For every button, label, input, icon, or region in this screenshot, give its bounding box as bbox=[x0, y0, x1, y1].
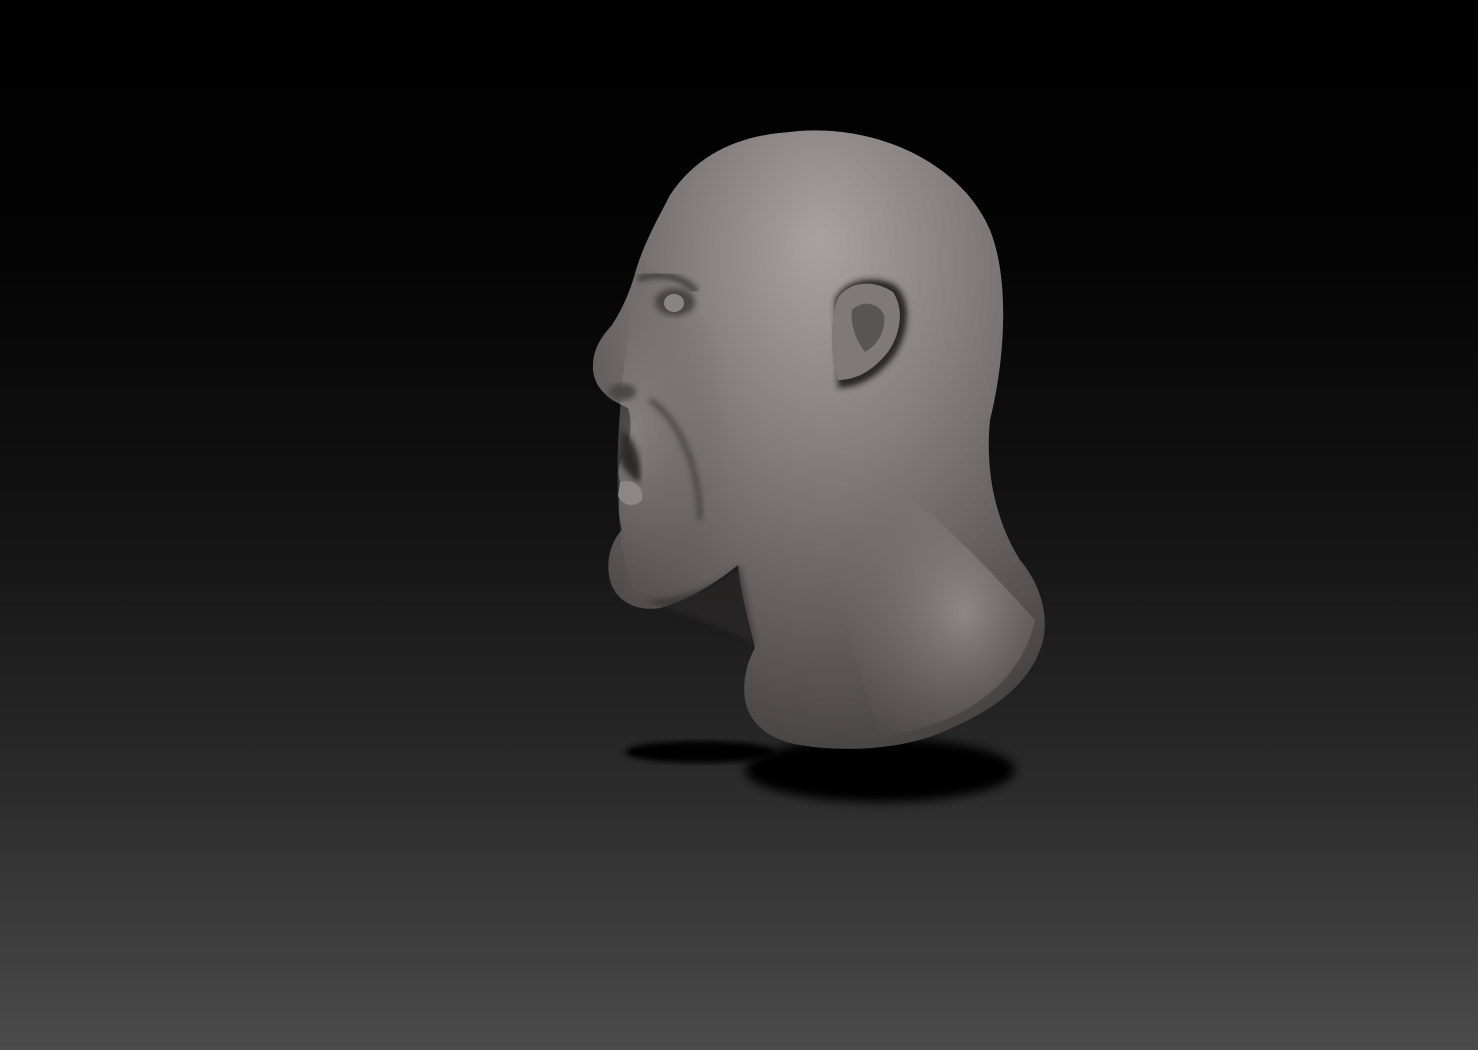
head-model[interactable] bbox=[592, 130, 1045, 749]
nostril bbox=[608, 384, 636, 400]
eye bbox=[664, 294, 684, 312]
viewport-canvas[interactable] bbox=[0, 0, 1478, 1050]
floor-shadow-main bbox=[745, 738, 1015, 802]
sculpt-viewport[interactable] bbox=[0, 0, 1478, 1050]
